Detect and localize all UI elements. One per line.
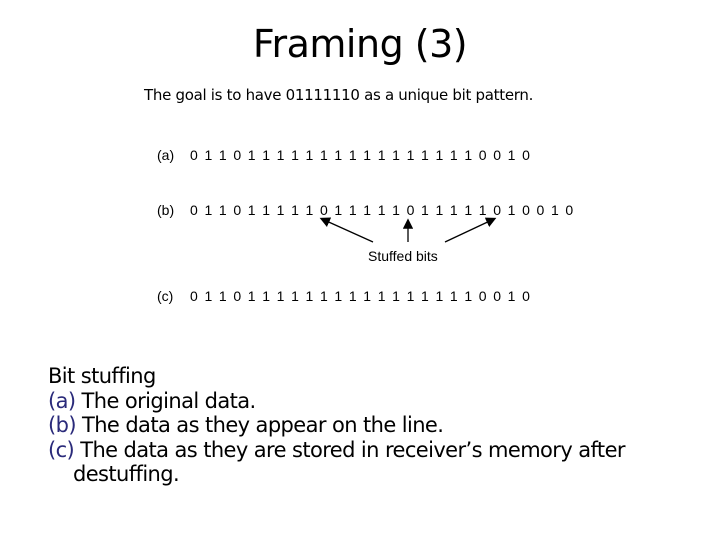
bit: 1 [247, 288, 256, 304]
caption-item-c: (c) The data as they are stored in recei… [48, 437, 626, 463]
bit: 1 [204, 288, 213, 304]
caption-continuation: destuffing. [73, 462, 180, 486]
bit: 1 [435, 288, 444, 304]
bit: 1 [464, 288, 473, 304]
bit: 1 [348, 288, 357, 304]
bit: 0 [522, 288, 530, 304]
figure-row-c: (c) 0 1 1 0 1 1 1 1 1 1 1 1 1 1 1 1 1 1 1 1 0 0 1 0 [157, 288, 537, 304]
bit: 1 [363, 288, 372, 304]
caption-item-a: (a) The original data. [48, 389, 625, 414]
stuffed-bits-label: Stuffed bits [368, 248, 438, 264]
bit: 1 [319, 288, 328, 304]
caption: Bit stuffing (a) The original data. (b) … [48, 364, 626, 487]
arrow-left [319, 217, 374, 243]
bit: 0 [233, 288, 242, 304]
bit: 1 [421, 288, 429, 304]
caption-label: (a) [48, 388, 76, 413]
bit: 0 [478, 288, 487, 304]
bit-sequence: 011011111111111111110010 [190, 288, 537, 304]
caption-item-b: (b) The data as they appear on the line. [48, 413, 625, 438]
bit: 1 [406, 288, 415, 304]
caption-heading: Bit stuffing [48, 364, 156, 388]
caption-text: The original data. [75, 388, 257, 413]
bit: 1 [291, 288, 299, 304]
caption-text: The data as they are stored in receiver’… [74, 437, 625, 462]
bit: 1 [334, 288, 343, 304]
caption-label: (c) [48, 437, 75, 462]
bit: 1 [218, 288, 227, 304]
arrow-right [444, 217, 497, 243]
bit: 1 [449, 288, 458, 304]
bit: 1 [276, 288, 285, 304]
row-label: (c) [157, 288, 174, 304]
bit: 1 [377, 288, 386, 304]
caption-label: (b) [48, 413, 77, 437]
bit: 0 [493, 288, 501, 304]
bit: 1 [507, 288, 516, 304]
caption-text: The data as they appear on the line. [75, 413, 444, 437]
bit: 0 [190, 288, 198, 304]
bit: 1 [262, 288, 270, 304]
bit: 1 [305, 288, 314, 304]
bit: 1 [392, 288, 400, 304]
